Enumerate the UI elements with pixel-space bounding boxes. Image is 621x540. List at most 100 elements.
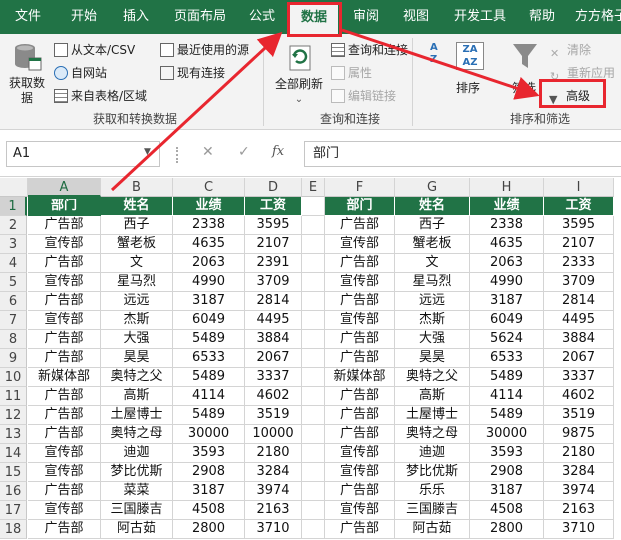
tab-file[interactable]: 文件 (4, 0, 52, 34)
recent-sources-button[interactable]: 最近使用的源 (160, 42, 249, 58)
right_table-cell[interactable]: 土屋博士 (395, 406, 470, 425)
queries-connections-button[interactable]: 查询和连接 (331, 42, 408, 58)
left_table-cell[interactable]: 5489 (173, 368, 245, 387)
right_table-header-cell[interactable]: 姓名 (395, 197, 470, 216)
left_table-cell[interactable]: 30000 (173, 425, 245, 444)
row-header-18[interactable]: 18 (0, 520, 27, 539)
left_table-header-cell[interactable]: 工资 (245, 197, 302, 216)
left_table-cell[interactable]: 宣传部 (28, 444, 101, 463)
right_table-cell[interactable]: 蟹老板 (395, 235, 470, 254)
right_table-cell[interactable]: 广告部 (325, 254, 395, 273)
left_table-cell[interactable]: 广告部 (28, 254, 101, 273)
right_table-cell[interactable]: 西子 (395, 216, 470, 235)
left_table-cell[interactable]: 蟹老板 (101, 235, 173, 254)
right_table-cell[interactable]: 2814 (544, 292, 614, 311)
left_table-cell[interactable]: 3974 (245, 482, 302, 501)
empty-cell[interactable] (302, 330, 325, 349)
column-header-b[interactable]: B (101, 178, 173, 197)
left_table-cell[interactable]: 广告部 (28, 425, 101, 444)
row-header-8[interactable]: 8 (0, 330, 27, 349)
left_table-cell[interactable]: 4990 (173, 273, 245, 292)
left_table-cell[interactable]: 2391 (245, 254, 302, 273)
right_table-cell[interactable]: 阿古茹 (395, 520, 470, 539)
formula-input[interactable]: 部门 (304, 141, 621, 167)
right_table-cell[interactable]: 3974 (544, 482, 614, 501)
left_table-cell[interactable]: 奥特之母 (101, 425, 173, 444)
left_table-cell[interactable]: 2163 (245, 501, 302, 520)
left_table-cell[interactable]: 2814 (245, 292, 302, 311)
left_table-header-cell[interactable]: 业绩 (173, 197, 245, 216)
left_table-cell[interactable]: 阿古茹 (101, 520, 173, 539)
row-header-13[interactable]: 13 (0, 425, 27, 444)
filter-button[interactable]: 筛选 (508, 40, 542, 110)
row-header-3[interactable]: 3 (0, 235, 27, 254)
right_table-cell[interactable]: 广告部 (325, 387, 395, 406)
empty-cell[interactable] (302, 349, 325, 368)
left_table-cell[interactable]: 大强 (101, 330, 173, 349)
right_table-header-cell[interactable]: 业绩 (470, 197, 544, 216)
tab-review[interactable]: 审阅 (346, 0, 386, 34)
right_table-cell[interactable]: 2163 (544, 501, 614, 520)
from-text-csv-button[interactable]: 从文本/CSV (54, 42, 135, 58)
left_table-cell[interactable]: 2338 (173, 216, 245, 235)
right_table-header-cell[interactable]: 工资 (544, 197, 614, 216)
right_table-cell[interactable]: 3187 (470, 292, 544, 311)
left_table-cell[interactable]: 宣传部 (28, 311, 101, 330)
left_table-cell[interactable]: 2107 (245, 235, 302, 254)
edit-links-button[interactable]: 编辑链接 (331, 88, 396, 104)
right_table-cell[interactable]: 广告部 (325, 216, 395, 235)
right_table-cell[interactable]: 2908 (470, 463, 544, 482)
left_table-cell[interactable]: 2180 (245, 444, 302, 463)
right_table-cell[interactable]: 大强 (395, 330, 470, 349)
column-header-f[interactable]: F (325, 178, 395, 197)
row-header-16[interactable]: 16 (0, 482, 27, 501)
column-header-a[interactable]: A (28, 178, 101, 197)
empty-cell[interactable] (302, 216, 325, 235)
right_table-cell[interactable]: 新媒体部 (325, 368, 395, 387)
column-header-g[interactable]: G (395, 178, 470, 197)
left_table-cell[interactable]: 3884 (245, 330, 302, 349)
row-header-6[interactable]: 6 (0, 292, 27, 311)
right_table-cell[interactable]: 昊昊 (395, 349, 470, 368)
empty-cell[interactable] (302, 254, 325, 273)
right_table-cell[interactable]: 4508 (470, 501, 544, 520)
empty-cell[interactable] (302, 501, 325, 520)
left_table-cell[interactable]: 土屋博士 (101, 406, 173, 425)
left_table-cell[interactable]: 5489 (173, 330, 245, 349)
empty-cell[interactable] (302, 463, 325, 482)
left_table-cell[interactable]: 3337 (245, 368, 302, 387)
left_table-cell[interactable]: 宣传部 (28, 463, 101, 482)
right_table-cell[interactable]: 高斯 (395, 387, 470, 406)
right_table-cell[interactable]: 2067 (544, 349, 614, 368)
right_table-cell[interactable]: 9875 (544, 425, 614, 444)
empty-cell[interactable] (302, 444, 325, 463)
left_table-cell[interactable]: 3709 (245, 273, 302, 292)
right_table-cell[interactable]: 宣传部 (325, 311, 395, 330)
empty-cell[interactable] (302, 406, 325, 425)
column-header-c[interactable]: C (173, 178, 245, 197)
left_table-cell[interactable]: 5489 (173, 406, 245, 425)
right_table-cell[interactable]: 宣传部 (325, 273, 395, 292)
tab-home[interactable]: 开始 (62, 0, 106, 34)
tab-help[interactable]: 帮助 (522, 0, 562, 34)
right_table-cell[interactable]: 杰斯 (395, 311, 470, 330)
left_table-cell[interactable]: 广告部 (28, 216, 101, 235)
left_table-cell[interactable]: 4114 (173, 387, 245, 406)
left_table-cell[interactable]: 杰斯 (101, 311, 173, 330)
right_table-cell[interactable]: 广告部 (325, 520, 395, 539)
row-header-11[interactable]: 11 (0, 387, 27, 406)
right_table-cell[interactable]: 星马烈 (395, 273, 470, 292)
empty-cell[interactable] (302, 387, 325, 406)
right_table-cell[interactable]: 3519 (544, 406, 614, 425)
row-header-4[interactable]: 4 (0, 254, 27, 273)
right_table-cell[interactable]: 6533 (470, 349, 544, 368)
left_table-cell[interactable]: 广告部 (28, 387, 101, 406)
row-header-17[interactable]: 17 (0, 501, 27, 520)
empty-cell[interactable] (302, 197, 325, 216)
column-header-h[interactable]: H (470, 178, 544, 197)
right_table-cell[interactable]: 广告部 (325, 330, 395, 349)
left_table-cell[interactable]: 3595 (245, 216, 302, 235)
left_table-cell[interactable]: 3710 (245, 520, 302, 539)
left_table-cell[interactable]: 星马烈 (101, 273, 173, 292)
left_table-cell[interactable]: 迪迦 (101, 444, 173, 463)
